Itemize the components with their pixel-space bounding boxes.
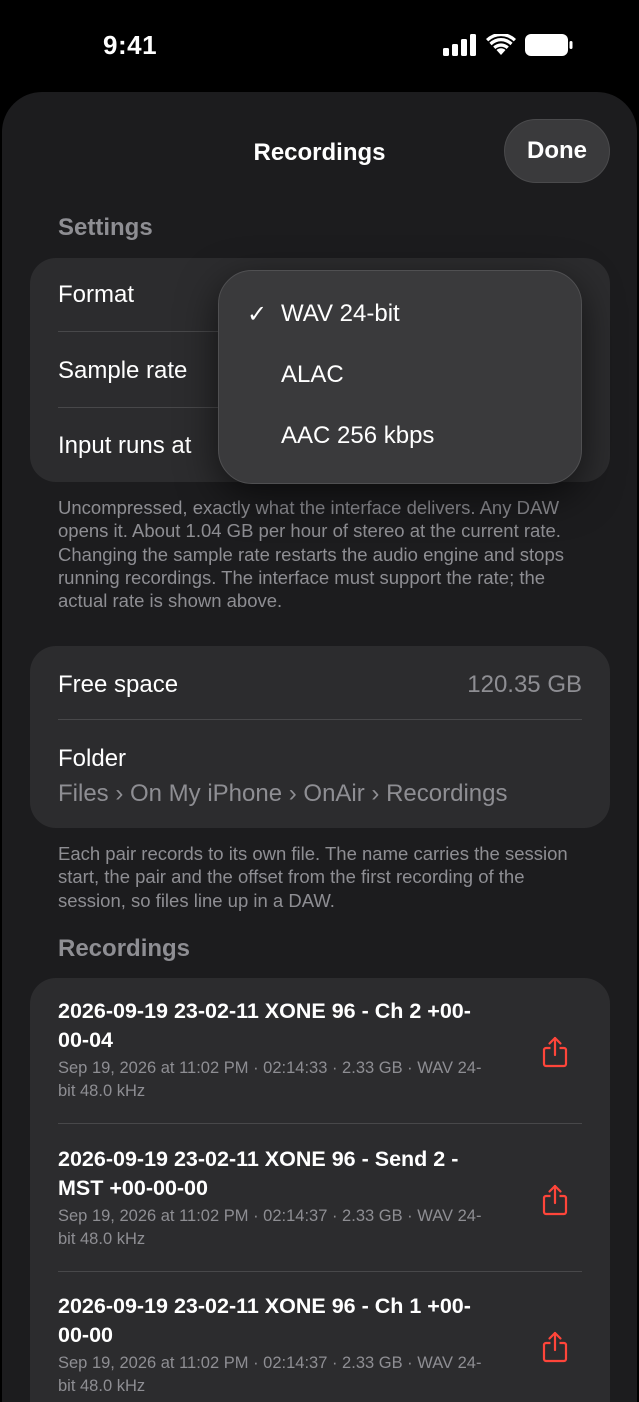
settings-footnote: Uncompressed, exactly what the interface…: [58, 497, 564, 612]
storage-group: Free space 120.35 GB Folder Files › On M…: [30, 646, 610, 828]
settings-header: Settings: [58, 214, 153, 241]
folder-label: Folder: [58, 745, 127, 772]
sample-rate-row[interactable]: Sample rate: [58, 357, 187, 385]
status-time: 9:41: [103, 30, 158, 60]
storage-footnote: Each pair records to its own file. The n…: [58, 843, 568, 911]
cellular-signal-icon: [443, 34, 476, 56]
free-space-label: Free space: [58, 671, 179, 698]
recordings-header: Recordings: [58, 935, 191, 962]
wifi-icon: [486, 34, 516, 55]
menu-item-aac[interactable]: AAC 256 kbps: [281, 422, 434, 450]
recording-title: 2026-09-19 23-02-11 XONE 96 - Ch 2 +00-0…: [58, 999, 471, 1052]
recordings-list: 2026-09-19 23-02-11 XONE 96 - Ch 2 +00-0…: [30, 978, 610, 1402]
divider: [58, 1271, 582, 1272]
checkmark-icon: ✓: [247, 301, 268, 328]
battery-icon: [525, 34, 573, 56]
format-menu: ✓ WAV 24-bit ALAC AAC 256 kbps: [218, 270, 582, 484]
share-icon[interactable]: [542, 1036, 568, 1068]
input-runs-at-row: Input runs at: [58, 432, 192, 459]
share-icon[interactable]: [542, 1184, 568, 1216]
share-icon[interactable]: [542, 1331, 568, 1363]
free-space-value: 120.35 GB: [467, 671, 582, 698]
done-button[interactable]: Done: [504, 119, 610, 183]
recording-title: 2026-09-19 23-02-11 XONE 96 - Ch 1 +00-0…: [58, 1294, 471, 1347]
recordings-sheet: Recordings Done Settings Format Sample r…: [2, 92, 637, 1402]
recording-meta: Sep 19, 2026 at 11:02 PM · 02:14:33 · 2.…: [58, 1059, 482, 1100]
recording-meta: Sep 19, 2026 at 11:02 PM · 02:14:37 · 2.…: [58, 1207, 482, 1248]
recording-title: 2026-09-19 23-02-11 XONE 96 - Send 2 - M…: [58, 1147, 459, 1200]
menu-item-alac[interactable]: ALAC: [281, 361, 344, 389]
menu-item-wav[interactable]: WAV 24-bit: [281, 300, 400, 328]
divider: [58, 1123, 582, 1124]
recording-meta: Sep 19, 2026 at 11:02 PM · 02:14:37 · 2.…: [58, 1354, 482, 1395]
format-row[interactable]: Format: [58, 281, 134, 309]
status-icons: [443, 34, 573, 56]
divider: [58, 719, 582, 720]
folder-path[interactable]: Files › On My iPhone › OnAir › Recording…: [58, 780, 507, 808]
